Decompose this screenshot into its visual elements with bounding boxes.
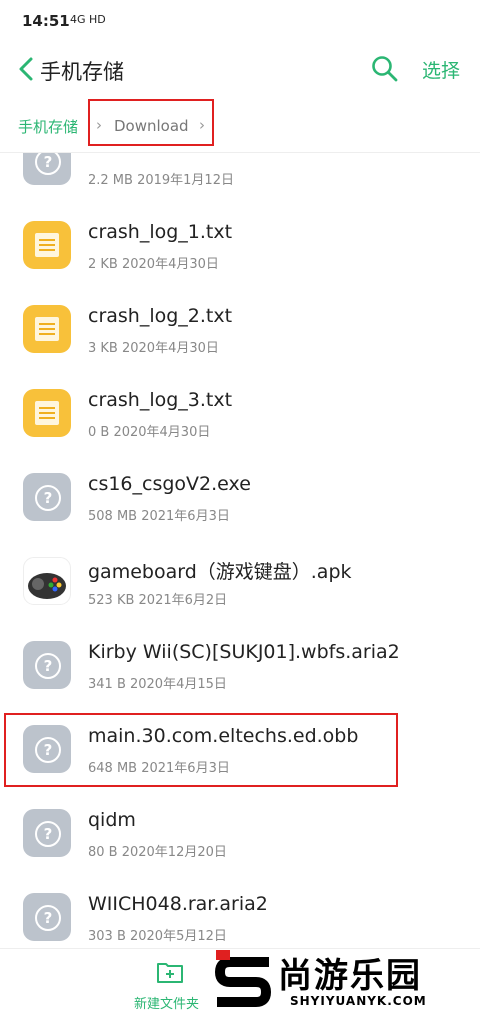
file-meta: 80 B 2020年12月20日 [88,845,227,860]
unknown-file-icon: ? [23,153,71,185]
file-meta: 2.2 MB 2019年1月12日 [88,173,234,188]
breadcrumb-root[interactable]: 手机存储 [18,116,78,137]
status-signal: 4G HD [70,13,106,26]
list-item[interactable]: crash_log_3.txt 0 B 2020年4月30日 [0,375,480,459]
file-name: Kirby Wii(SC)[SUKJ01].wbfs.aria2 [88,641,400,663]
file-name: crash_log_3.txt [88,389,233,411]
text-file-icon [23,389,71,437]
list-item[interactable]: ? 2.2 MB 2019年1月12日 [0,153,480,207]
highlight-box-selected-file [4,713,398,787]
file-meta: 341 B 2020年4月15日 [88,677,227,692]
watermark-logo: 尚游乐园 SHYIYUANYK.COM [208,948,480,1015]
status-bar: 14:51 4G HD [0,0,480,40]
apk-icon [23,557,71,605]
list-item[interactable]: crash_log_1.txt 2 KB 2020年4月30日 [0,207,480,291]
file-meta: 3 KB 2020年4月30日 [88,341,219,356]
file-list[interactable]: ? 2.2 MB 2019年1月12日 crash_log_1.txt 2 KB… [0,153,480,948]
breadcrumb: 手机存储 › Download › [0,100,480,153]
text-file-icon [23,305,71,353]
list-item[interactable]: ? cs16_csgoV2.exe 508 MB 2021年6月3日 [0,459,480,543]
search-icon[interactable] [370,54,400,84]
unknown-file-icon: ? [23,473,71,521]
back-arrow-icon[interactable] [12,54,42,84]
file-name: cs16_csgoV2.exe [88,473,251,495]
file-name: gameboard（游戏键盘）.apk [88,561,352,583]
file-meta: 303 B 2020年5月12日 [88,929,227,944]
file-name: crash_log_2.txt [88,305,233,327]
unknown-file-icon: ? [23,809,71,857]
new-folder-icon[interactable] [157,961,183,983]
list-item[interactable]: ? qidm 80 B 2020年12月20日 [0,795,480,879]
list-item[interactable]: crash_log_2.txt 3 KB 2020年4月30日 [0,291,480,375]
file-meta: 508 MB 2021年6月3日 [88,509,230,524]
select-button[interactable]: 选择 [422,56,460,83]
file-meta: 0 B 2020年4月30日 [88,425,211,440]
file-meta: 523 KB 2021年6月2日 [88,593,228,608]
file-meta: 2 KB 2020年4月30日 [88,257,219,272]
app-header: 手机存储 选择 [0,40,480,100]
list-item[interactable]: gameboard（游戏键盘）.apk 523 KB 2021年6月2日 [0,543,480,627]
list-item[interactable]: ? WIICH048.rar.aria2 303 B 2020年5月12日 [0,879,480,948]
file-name: WIICH048.rar.aria2 [88,893,268,915]
unknown-file-icon: ? [23,893,71,941]
text-file-icon [23,221,71,269]
file-name: crash_log_1.txt [88,221,233,243]
page-title: 手机存储 [40,60,124,84]
highlight-box-breadcrumb [88,99,214,146]
watermark-s-icon [214,950,272,1007]
new-folder-button[interactable]: 新建文件夹 [134,993,199,1012]
file-name: qidm [88,809,136,831]
watermark-subtitle: SHYIYUANYK.COM [290,994,427,1008]
status-time: 14:51 [22,12,70,30]
watermark-title: 尚游乐园 [278,956,422,996]
list-item[interactable]: ? Kirby Wii(SC)[SUKJ01].wbfs.aria2 341 B… [0,627,480,711]
unknown-file-icon: ? [23,641,71,689]
